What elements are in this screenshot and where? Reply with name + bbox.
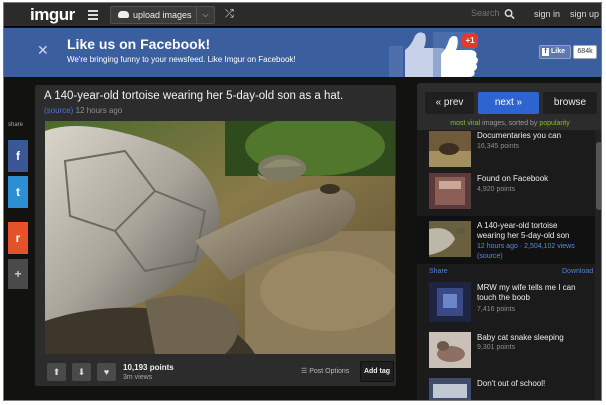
list-item-title: Don't out of school! xyxy=(477,379,546,388)
close-icon[interactable]: ✕ xyxy=(37,42,49,59)
list-item-thumbnail xyxy=(429,131,471,167)
banner-subtitle: We're bringing funny to your newsfeed. L… xyxy=(67,55,296,64)
list-item-views: · 2,504,102 views xyxy=(519,243,575,250)
list-item-title: MRW my wife tells me I can touch the boo… xyxy=(477,283,576,302)
sort-description: most viral images, sorted by popularity xyxy=(417,120,601,127)
like-label: Like xyxy=(551,48,566,55)
list-item-points: 9,301 points xyxy=(477,344,516,351)
list-item-time: 12 hours ago xyxy=(477,243,518,250)
list-item-title: A 140-year-old tortoise wearing her 5-da… xyxy=(477,221,570,240)
list-item-thumbnail xyxy=(429,332,471,368)
sign-in-link[interactable]: sign in xyxy=(534,9,560,19)
reddit-icon: r xyxy=(15,231,21,245)
list-item-thumbnail xyxy=(429,378,471,400)
post-source-link[interactable]: (source) xyxy=(44,106,73,115)
post-image[interactable] xyxy=(45,121,395,354)
list-item-title: Documentaries you can xyxy=(477,131,562,140)
post-options-button[interactable]: ☰ Post Options xyxy=(301,367,349,375)
list-item-meta: 12 hours ago · 2,504,102 views xyxy=(477,243,575,250)
viral-filter-link[interactable]: most viral xyxy=(450,120,480,127)
plus-icon: + xyxy=(14,267,22,281)
share-twitter-button[interactable]: t xyxy=(8,176,28,208)
banner-title: Like us on Facebook! xyxy=(67,36,211,52)
list-item-thumbnail xyxy=(429,221,471,257)
search-icon[interactable] xyxy=(504,8,515,20)
arrow-down-icon: ⬇ xyxy=(77,367,86,377)
list-item[interactable]: MRW my wife tells me I can touch the boo… xyxy=(417,282,601,326)
prev-button[interactable]: « prev xyxy=(425,92,474,114)
list-item-points: 4,920 points xyxy=(477,186,516,193)
share-link[interactable]: Share xyxy=(429,268,448,275)
post-options-label: Post Options xyxy=(309,368,350,375)
list-icon: ☰ xyxy=(301,368,308,375)
browse-button[interactable]: browse xyxy=(543,92,597,114)
post-card: A 140-year-old tortoise wearing her 5-da… xyxy=(35,85,396,386)
post-meta: (source) 12 hours ago xyxy=(44,106,122,115)
gallery-scrollbar[interactable] xyxy=(595,130,601,400)
add-tag-button[interactable]: Add tag xyxy=(360,361,394,382)
plus-one-badge: +1 xyxy=(462,34,478,48)
facebook-icon: f xyxy=(16,149,20,163)
app-frame: imgur upload images ⌵ ⤮ sign in sign up … xyxy=(3,2,602,401)
post-points: 10,193 points xyxy=(123,363,174,372)
post-title: A 140-year-old tortoise wearing her 5-da… xyxy=(44,90,344,102)
share-label: share xyxy=(8,122,24,128)
upload-images-label: upload images xyxy=(133,10,192,20)
share-facebook-button[interactable]: f xyxy=(8,140,28,172)
list-item-thumbnail xyxy=(429,282,471,322)
list-item-title: Baby cat snake sleeping xyxy=(477,333,564,342)
scrollbar-thumb[interactable] xyxy=(596,142,601,210)
imgur-logo[interactable]: imgur xyxy=(30,5,75,25)
search-input[interactable] xyxy=(471,8,501,18)
list-item-points: 16,345 points xyxy=(477,143,520,150)
sort-popularity-link[interactable]: popularity xyxy=(539,120,569,127)
facebook-icon: f xyxy=(542,48,549,56)
arrow-up-icon: ⬆ xyxy=(52,367,61,377)
sort-text: images, sorted by xyxy=(482,120,538,127)
like-count: 684k xyxy=(573,45,597,59)
downvote-button[interactable]: ⬇ xyxy=(72,363,91,381)
heart-icon: ♥ xyxy=(103,367,110,377)
facebook-like-button[interactable]: f Like xyxy=(539,45,571,59)
list-item-thumbnail xyxy=(429,173,471,209)
favorite-button[interactable]: ♥ xyxy=(97,363,116,381)
list-item-title: Found on Facebook xyxy=(477,174,549,183)
list-item-points: 7,416 points xyxy=(477,306,516,313)
download-link[interactable]: Download xyxy=(562,268,594,275)
upvote-button[interactable]: ⬆ xyxy=(47,363,66,381)
post-views: 3m views xyxy=(123,374,153,381)
next-button[interactable]: next » xyxy=(478,92,539,114)
gallery-sidebar: « prev next » browse most viral images, … xyxy=(417,83,601,400)
sign-up-link[interactable]: sign up xyxy=(570,9,599,19)
chevron-down-icon[interactable]: ⌵ xyxy=(196,7,214,23)
list-item[interactable]: Found on Facebook 4,920 points xyxy=(417,173,601,213)
list-item[interactable]: Don't out of school! xyxy=(417,378,601,400)
share-more-button[interactable]: + xyxy=(8,259,28,289)
facebook-banner: ✕ Like us on Facebook! We're bringing fu… xyxy=(4,28,601,77)
list-item[interactable]: Documentaries you can 16,345 points xyxy=(417,130,601,168)
list-item[interactable]: Baby cat snake sleeping 9,301 points xyxy=(417,332,601,372)
thumbs-up-illustration xyxy=(389,32,478,77)
post-time: 12 hours ago xyxy=(75,106,123,115)
cloud-upload-icon xyxy=(118,11,129,18)
top-nav: imgur upload images ⌵ ⤮ sign in sign up xyxy=(4,3,601,27)
random-shuffle-icon[interactable]: ⤮ xyxy=(225,8,234,21)
share-reddit-button[interactable]: r xyxy=(8,222,28,254)
list-item-active[interactable]: A 140-year-old tortoise wearing her 5-da… xyxy=(417,216,601,264)
menu-icon[interactable] xyxy=(88,10,98,20)
upload-images-button[interactable]: upload images ⌵ xyxy=(110,6,215,24)
gallery-list: Documentaries you can 16,345 points Foun… xyxy=(417,130,601,400)
list-item-source-link[interactable]: (source) xyxy=(477,253,503,260)
twitter-icon: t xyxy=(16,185,20,199)
